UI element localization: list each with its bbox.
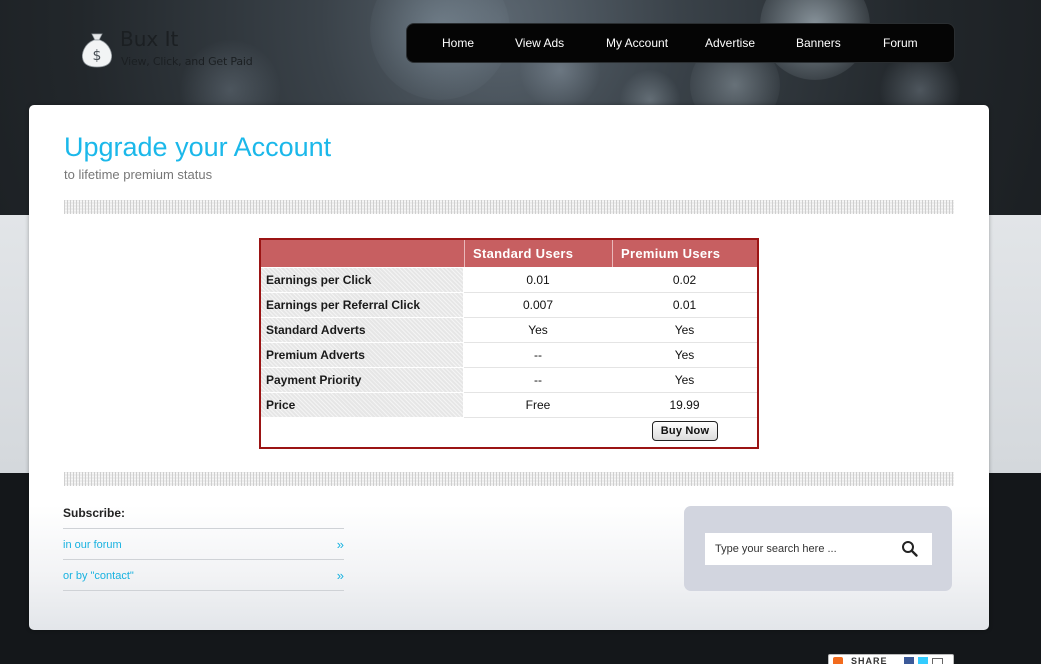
row-label: Premium Adverts	[261, 343, 463, 367]
subscribe-contact-link[interactable]: or by "contact" »	[63, 567, 344, 587]
table-row: Price Free 19.99	[261, 393, 757, 418]
page-subtitle: to lifetime premium status	[64, 167, 213, 182]
standard-value: --	[534, 373, 542, 387]
premium-value: 0.01	[672, 298, 697, 312]
buy-now-button[interactable]: Buy Now	[652, 421, 718, 441]
subscribe-forum-link[interactable]: in our forum »	[63, 536, 344, 556]
standard-value: --	[534, 348, 542, 362]
logo-title: Bux It	[120, 27, 179, 51]
row-label: Earnings per Click	[261, 268, 463, 292]
double-chevron-right-icon: »	[336, 568, 344, 583]
nav-item-view-ads[interactable]: View Ads	[515, 36, 564, 50]
standard-value: Yes	[528, 323, 548, 337]
twitter-icon[interactable]	[918, 657, 928, 664]
nav-item-forum[interactable]: Forum	[883, 36, 918, 50]
main-card: Upgrade your Account to lifetime premium…	[29, 105, 989, 630]
subscribe-link-label: or by "contact"	[63, 570, 134, 582]
section-divider	[64, 472, 954, 486]
premium-value: Yes	[674, 373, 695, 387]
share-label: SHARE	[851, 656, 888, 664]
premium-value: 19.99	[669, 398, 700, 412]
premium-value: Yes	[674, 323, 695, 337]
double-chevron-right-icon: »	[336, 537, 344, 552]
subscribe-title: Subscribe:	[63, 506, 126, 520]
page-title: Upgrade your Account	[64, 132, 332, 162]
site-logo[interactable]: $ Bux It View, Click, and Get Paid	[80, 27, 280, 70]
premium-value: 0.02	[672, 273, 697, 287]
logo-tagline: View, Click, and Get Paid	[121, 55, 253, 68]
svg-text:$: $	[93, 48, 102, 64]
money-bag-icon: $	[82, 33, 112, 68]
row-label: Payment Priority	[261, 368, 463, 392]
main-nav: Home View Ads My Account Advertise Banne…	[407, 24, 954, 62]
facebook-icon[interactable]	[904, 657, 914, 664]
row-label: Earnings per Referral Click	[261, 293, 463, 317]
search-panel	[684, 506, 952, 591]
comparison-table: Standard Users Premium Users Earnings pe…	[259, 238, 759, 449]
table-row: Earnings per Referral Click 0.007 0.01	[261, 293, 757, 318]
section-divider	[64, 200, 954, 214]
search-icon[interactable]	[901, 540, 919, 558]
nav-item-advertise[interactable]: Advertise	[705, 36, 755, 50]
nav-item-banners[interactable]: Banners	[796, 36, 841, 50]
nav-item-home[interactable]: Home	[442, 36, 474, 50]
table-header: Standard Users Premium Users	[261, 240, 757, 267]
row-label: Price	[261, 393, 463, 417]
table-row: Payment Priority -- Yes	[261, 368, 757, 393]
standard-value: 0.01	[526, 273, 550, 287]
nav-item-my-account[interactable]: My Account	[606, 36, 668, 50]
row-label: Standard Adverts	[261, 318, 463, 342]
subscribe-divider	[63, 590, 344, 591]
search-input[interactable]	[705, 533, 932, 565]
share-plus-icon	[833, 657, 843, 664]
subscribe-divider	[63, 528, 344, 529]
row-divider	[464, 417, 757, 418]
standard-value: Free	[525, 398, 551, 412]
column-header-standard: Standard Users	[464, 240, 612, 267]
share-widget[interactable]: SHARE	[828, 654, 954, 664]
premium-value: Yes	[674, 348, 695, 362]
subscribe-link-label: in our forum	[63, 539, 122, 551]
table-row: Premium Adverts -- Yes	[261, 343, 757, 368]
table-row: Earnings per Click 0.01 0.02	[261, 268, 757, 293]
email-icon[interactable]	[932, 658, 943, 664]
standard-value: 0.007	[522, 298, 554, 312]
column-header-premium: Premium Users	[612, 240, 757, 267]
table-row: Standard Adverts Yes Yes	[261, 318, 757, 343]
subscribe-divider	[63, 559, 344, 560]
